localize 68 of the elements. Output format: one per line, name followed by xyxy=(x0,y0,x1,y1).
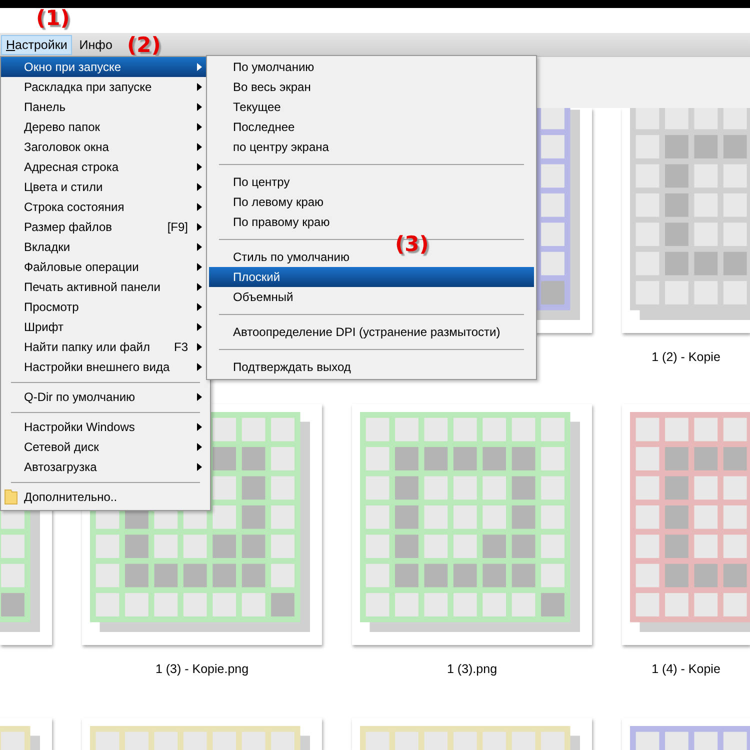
submenu-arrow-icon xyxy=(197,393,202,401)
menu-item[interactable]: Раскладка при запуске xyxy=(1,77,210,97)
menu-item[interactable]: Шрифт xyxy=(1,317,210,337)
thumbnail-card[interactable] xyxy=(0,718,52,750)
file-name: 1 (4) - Kopie xyxy=(652,662,720,676)
submenu-arrow-icon xyxy=(197,163,202,171)
menu-item[interactable]: Объемный xyxy=(209,287,534,307)
menu-item[interactable]: Найти папку или файл F3 xyxy=(1,337,210,357)
submenu-arrow-icon xyxy=(197,283,202,291)
submenu-arrow-icon xyxy=(197,263,202,271)
submenu-arrow-icon xyxy=(197,463,202,471)
thumbnail-card[interactable] xyxy=(352,718,592,750)
menu-item[interactable]: Последнее xyxy=(209,117,534,137)
menu-item[interactable]: Дополнительно.. xyxy=(1,487,210,507)
menu-item[interactable]: Строка состояния xyxy=(1,197,210,217)
menu-item[interactable]: Автоопределение DPI (устранение размытости) xyxy=(209,322,534,342)
menu-item[interactable]: Настройки внешнего вида xyxy=(1,357,210,377)
submenu-arrow-icon xyxy=(197,63,202,71)
menu-item[interactable]: Цвета и стили xyxy=(1,177,210,197)
submenu-arrow-icon xyxy=(197,123,202,131)
file-name: 1 (2) - Kopie xyxy=(652,350,720,364)
menubar-item[interactable]: Настройки xyxy=(1,34,72,54)
menu-item[interactable]: Автозагрузка xyxy=(1,457,210,477)
menu-item[interactable]: Печать активной панели xyxy=(1,277,210,297)
menu-item[interactable]: По правому краю xyxy=(209,212,534,232)
thumbnail-card[interactable] xyxy=(82,718,322,750)
step-label: (2) xyxy=(127,33,161,57)
thumbnail-image xyxy=(0,726,40,750)
step-label: (3) xyxy=(395,232,429,256)
menu-item[interactable]: По умолчанию xyxy=(209,57,534,77)
submenu-arrow-icon xyxy=(197,323,202,331)
menu-item[interactable]: Вкладки xyxy=(1,237,210,257)
submenu-arrow-icon xyxy=(197,423,202,431)
submenu-arrow-icon xyxy=(197,363,202,371)
menu-item[interactable]: по центру экрана xyxy=(209,137,534,157)
file-name: 1 (3).png xyxy=(446,662,498,676)
menu-item[interactable]: Файловые операции xyxy=(1,257,210,277)
menu-item[interactable]: Q-Dir по умолчанию xyxy=(1,387,210,407)
folder-icon xyxy=(4,489,18,505)
menu-item[interactable]: По центру xyxy=(209,172,534,192)
menu-item[interactable]: Во весь экран xyxy=(209,77,534,97)
submenu-arrow-icon xyxy=(197,303,202,311)
menu-item[interactable]: Панель xyxy=(1,97,210,117)
submenu-arrow-icon xyxy=(197,143,202,151)
menu-item[interactable]: Адресная строка xyxy=(1,157,210,177)
submenu-arrow-icon xyxy=(197,243,202,251)
submenu-arrow-icon xyxy=(197,103,202,111)
menu-item[interactable]: Текущее xyxy=(209,97,534,117)
menu-item[interactable]: Подтверждать выход xyxy=(209,357,534,377)
submenu-arrow-icon xyxy=(197,443,202,451)
step-label: (1) xyxy=(36,6,70,30)
submenu-arrow-icon xyxy=(197,223,202,231)
submenu-arrow-icon xyxy=(197,83,202,91)
menu-item[interactable]: Размер файлов [F9] xyxy=(1,217,210,237)
menu-item[interactable]: Настройки Windows xyxy=(1,417,210,437)
thumbnail-card[interactable] xyxy=(352,404,592,645)
menu-item[interactable]: По левому краю xyxy=(209,192,534,212)
menu-item[interactable]: Заголовок окна xyxy=(1,137,210,157)
menu-item[interactable]: Сетевой диск xyxy=(1,437,210,457)
menu-item[interactable]: Плоский xyxy=(209,267,534,287)
submenu-arrow-icon xyxy=(197,343,202,351)
menu-item[interactable]: Просмотр xyxy=(1,297,210,317)
thumbnail-card[interactable] xyxy=(622,718,750,750)
submenu-arrow-icon xyxy=(197,183,202,191)
menu-item[interactable]: Дерево папок xyxy=(1,117,210,137)
file-name: 1 (3) - Kopie.png xyxy=(155,662,249,676)
submenu-arrow-icon xyxy=(197,203,202,211)
menubar-item[interactable]: Инфо xyxy=(74,34,118,54)
